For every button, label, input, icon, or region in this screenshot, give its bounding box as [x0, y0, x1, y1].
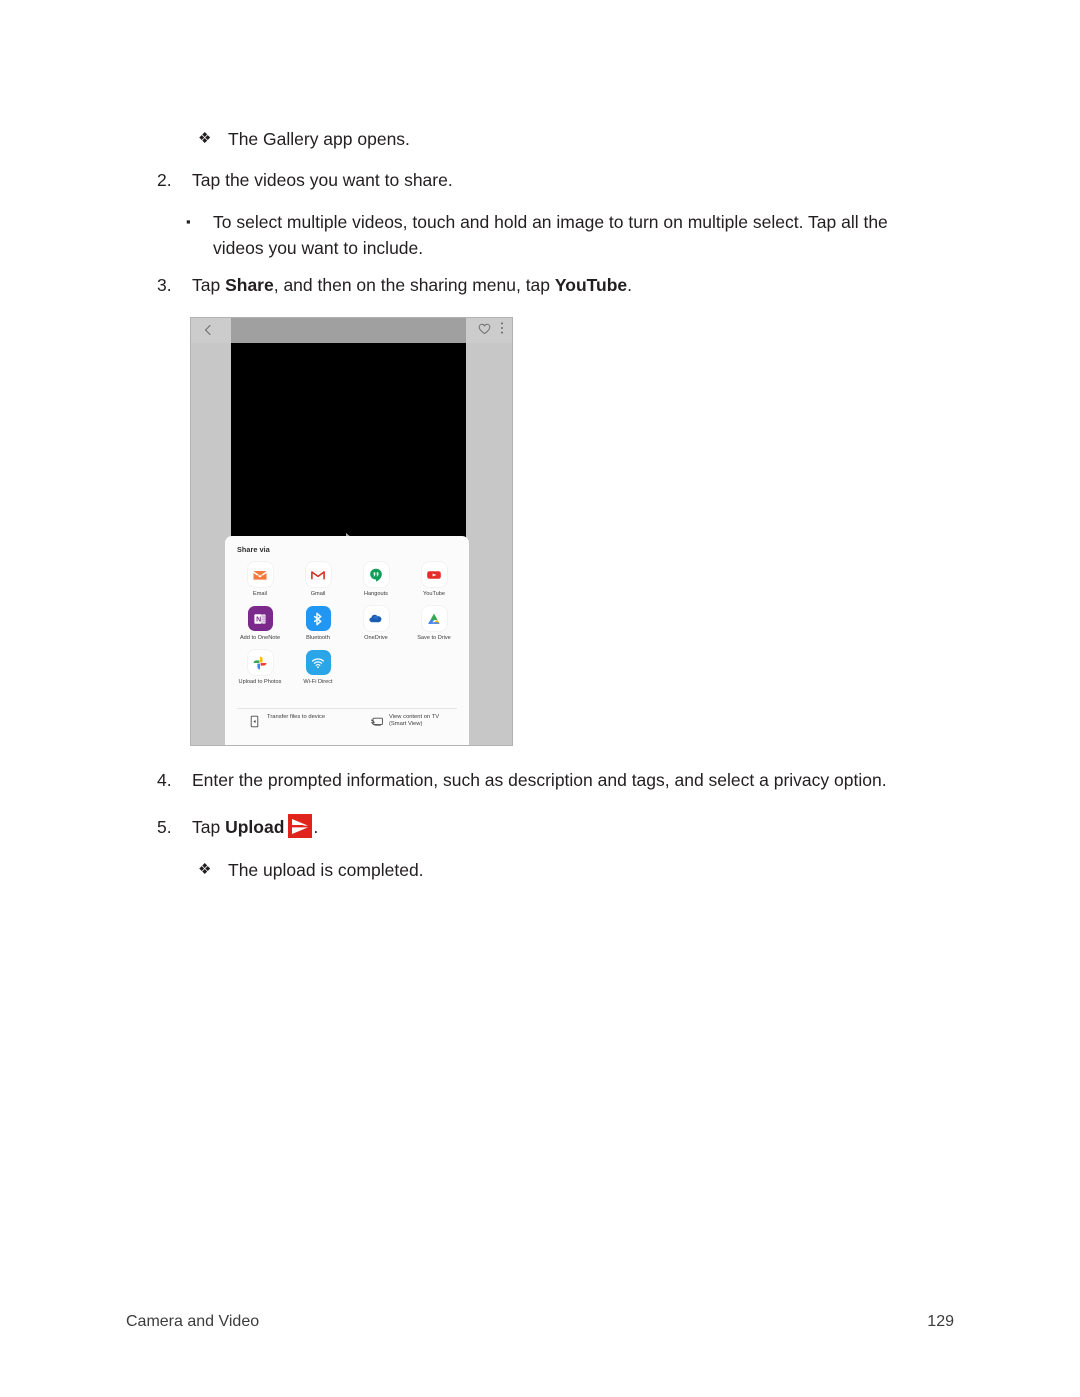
step-3-text-post: . [627, 275, 633, 295]
step-5-text-post: . [313, 817, 319, 837]
back-chevron-icon[interactable] [201, 323, 215, 337]
bluetooth-icon [305, 606, 331, 631]
square-bullet-icon: ▪ [186, 214, 191, 229]
svg-text:N: N [256, 616, 261, 623]
step-2: 2. Tap the videos you want to share. [157, 167, 917, 193]
bullet-upload-completed-text: The upload is completed. [228, 860, 424, 880]
transfer-files-icon [248, 715, 261, 728]
share-app-label: Email [253, 591, 267, 597]
top-bar-actions [458, 321, 504, 340]
step-2-sub-bullet: ▪ To select multiple videos, touch and h… [186, 209, 914, 261]
share-app-label: Upload to Photos [238, 679, 282, 685]
view-content-on-tv-action[interactable]: View content on TV (Smart View) [370, 714, 439, 729]
hangouts-icon [363, 562, 389, 587]
step-4-text: Enter the prompted information, such as … [192, 770, 887, 790]
step-3-bold-youtube: YouTube [554, 275, 628, 295]
share-via-title: Share via [237, 545, 270, 554]
email-icon [247, 562, 273, 587]
transfer-files-label: Transfer files to device [267, 714, 326, 720]
screenshot-top-bar [191, 318, 512, 343]
diamond-bullet-icon: ❖ [198, 130, 212, 147]
google-photos-icon [247, 650, 273, 675]
share-app-grid: Email Gmail Hangouts YouTube N Add to On… [231, 562, 463, 694]
more-vertical-icon[interactable] [500, 321, 504, 340]
step-5-marker: 5. [157, 817, 172, 837]
view-content-on-tv-label: View content on TV (Smart View) [389, 714, 440, 728]
bullet-gallery-opens: ❖ The Gallery app opens. [198, 126, 918, 152]
step-3: 3. Tap Share, and then on the sharing me… [157, 272, 917, 298]
heart-icon[interactable] [478, 322, 491, 340]
onedrive-icon [363, 606, 389, 631]
share-app-label: Gmail [310, 591, 326, 597]
smart-view-icon [370, 715, 383, 728]
top-bar-image-strip [231, 318, 466, 343]
share-app-label: Hangouts [364, 591, 388, 597]
share-app-email[interactable]: Email [231, 562, 289, 606]
step-3-text-mid: , and then on the sharing menu, tap [273, 275, 555, 295]
share-app-onedrive[interactable]: OneDrive [347, 606, 405, 650]
share-sheet-divider [237, 708, 457, 709]
gmail-icon [305, 562, 331, 587]
share-app-onenote[interactable]: N Add to OneNote [231, 606, 289, 650]
step-3-marker: 3. [157, 275, 172, 295]
video-preview [231, 343, 466, 552]
step-2-text: Tap the videos you want to share. [192, 170, 453, 190]
share-app-wifi-direct[interactable]: Wi-Fi Direct [289, 650, 347, 694]
step-3-bold-share: Share [225, 275, 274, 295]
footer-page-number: 129 [927, 1313, 954, 1330]
share-app-youtube[interactable]: YouTube [405, 562, 463, 606]
google-drive-icon [421, 606, 447, 631]
share-app-google-drive[interactable]: Save to Drive [405, 606, 463, 650]
diamond-bullet-icon: ❖ [198, 861, 212, 878]
share-app-bluetooth[interactable]: Bluetooth [289, 606, 347, 650]
step-2-marker: 2. [157, 170, 172, 190]
transfer-files-to-device-action[interactable]: Transfer files to device [248, 714, 368, 728]
step-4-marker: 4. [157, 770, 172, 790]
step-3-text: Tap Share, and then on the sharing menu,… [192, 272, 917, 298]
gallery-share-screenshot: Share via Email Gmail Hangouts YouTube N… [190, 317, 513, 746]
bullet-upload-completed: ❖ The upload is completed. [198, 857, 918, 883]
bullet-gallery-opens-text: The Gallery app opens. [228, 129, 410, 149]
step-5-text: Tap Upload. [192, 814, 917, 840]
step-5-text-pre: Tap [192, 817, 226, 837]
step-2-sub-text: To select multiple videos, touch and hol… [213, 212, 888, 258]
document-page: ❖ The Gallery app opens. 2. Tap the vide… [0, 0, 1080, 1397]
share-sheet-footer: Transfer files to device View content on… [225, 714, 469, 744]
upload-icon [288, 814, 313, 838]
share-app-label: Wi-Fi Direct [303, 679, 333, 685]
step-4: 4. Enter the prompted information, such … [157, 767, 917, 793]
step-5-bold-upload: Upload [225, 817, 285, 837]
wifi-direct-icon [305, 650, 331, 675]
share-app-label: Save to Drive [417, 635, 451, 641]
page-footer: Camera and Video 129 [126, 1313, 954, 1331]
share-app-label: YouTube [423, 591, 445, 597]
step-5: 5. Tap Upload. [157, 814, 917, 840]
youtube-icon [421, 562, 447, 587]
share-app-label: OneDrive [364, 635, 388, 641]
step-3-text-pre: Tap [192, 275, 226, 295]
footer-section-title: Camera and Video [126, 1313, 260, 1330]
share-app-google-photos[interactable]: Upload to Photos [231, 650, 289, 694]
share-app-label: Bluetooth [306, 635, 330, 641]
share-app-hangouts[interactable]: Hangouts [347, 562, 405, 606]
onenote-icon: N [247, 606, 273, 631]
share-app-label: Add to OneNote [239, 635, 281, 641]
share-via-sheet: Share via Email Gmail Hangouts YouTube N… [225, 536, 469, 745]
share-app-gmail[interactable]: Gmail [289, 562, 347, 606]
